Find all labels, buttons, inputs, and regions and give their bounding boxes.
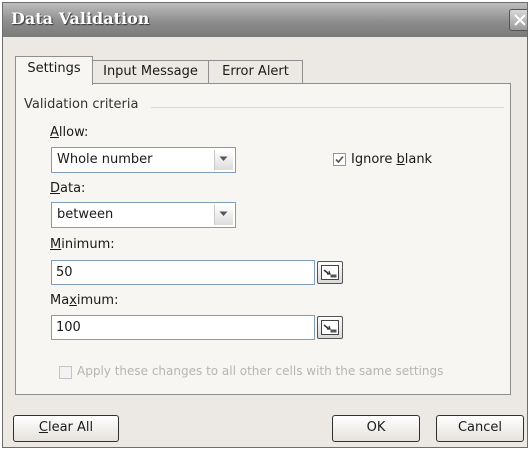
- ok-button[interactable]: OK: [332, 415, 420, 442]
- checkmark-icon: [335, 155, 344, 164]
- data-validation-dialog: Data Validation Settings Input Message E…: [2, 2, 528, 448]
- minimum-input[interactable]: 50: [51, 260, 315, 285]
- title-bar: Data Validation: [3, 3, 527, 37]
- chevron-down-icon[interactable]: [214, 205, 233, 225]
- ignore-blank-checkbox[interactable]: [333, 153, 346, 166]
- allow-label: Allow:: [50, 125, 89, 140]
- tab-input-message[interactable]: Input Message: [92, 60, 209, 84]
- minimum-range-picker-button[interactable]: [317, 261, 343, 284]
- close-button[interactable]: [509, 9, 527, 31]
- chevron-down-icon[interactable]: [214, 150, 233, 170]
- allow-dropdown[interactable]: Whole number: [51, 147, 236, 173]
- validation-criteria-label: Validation criteria: [24, 97, 139, 112]
- ignore-blank-label: Ignore blank: [351, 152, 433, 167]
- tab-settings[interactable]: Settings: [15, 56, 93, 85]
- maximum-label: Maximum:: [50, 293, 119, 308]
- data-dropdown[interactable]: between: [51, 202, 236, 228]
- tab-error-alert[interactable]: Error Alert: [208, 60, 303, 84]
- minimum-label: Minimum:: [50, 237, 115, 252]
- group-divider: [151, 107, 504, 108]
- cancel-button[interactable]: Cancel: [436, 415, 524, 442]
- maximum-value: 100: [56, 320, 81, 335]
- data-value: between: [57, 207, 114, 222]
- clear-all-button[interactable]: Clear All: [13, 415, 119, 442]
- apply-to-all-label: Apply these changes to all other cells w…: [77, 364, 444, 378]
- data-label: Data:: [50, 181, 86, 196]
- apply-to-all-checkbox[interactable]: [59, 366, 72, 379]
- maximum-range-picker-button[interactable]: [317, 316, 343, 339]
- dialog-title: Data Validation: [11, 9, 150, 28]
- maximum-input[interactable]: 100: [51, 315, 315, 340]
- allow-value: Whole number: [57, 152, 153, 167]
- minimum-value: 50: [56, 265, 73, 280]
